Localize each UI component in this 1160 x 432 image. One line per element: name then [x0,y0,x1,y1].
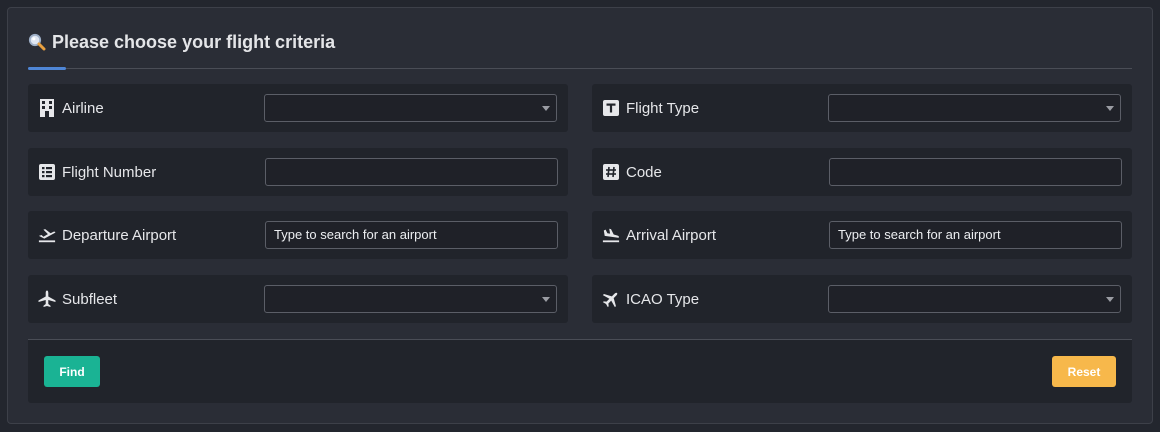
icao-type-row: ICAO Type [592,275,1132,323]
reset-button[interactable]: Reset [1052,356,1116,387]
find-button[interactable]: Find [44,356,100,387]
chevron-down-icon [542,106,550,111]
building-icon [38,99,56,117]
card-header: Please choose your flight criteria [28,28,1132,70]
flight-number-label-text: Flight Number [62,163,157,181]
flight-criteria-card: Please choose your flight criteria Airli… [7,7,1153,424]
airline-label-text: Airline [62,99,104,117]
arrival-airport-row: Arrival Airport Type to search for an ai… [592,211,1132,259]
flight-type-row: Flight Type [592,84,1132,132]
flight-number-label: Flight Number [38,148,156,196]
chevron-down-icon [542,297,550,302]
flight-number-input[interactable] [265,158,558,186]
airline-select[interactable] [264,94,557,122]
magnifier-icon [28,33,46,51]
arrival-airport-label-text: Arrival Airport [626,226,717,244]
departure-airport-label-text: Departure Airport [62,226,177,244]
arrival-airport-label: Arrival Airport [602,211,716,259]
departure-airport-input[interactable]: Type to search for an airport [265,221,558,249]
code-label: Code [602,148,662,196]
code-label-text: Code [626,163,662,181]
icao-type-label: ICAO Type [602,275,699,323]
code-input[interactable] [829,158,1122,186]
icao-type-label-text: ICAO Type [626,290,700,308]
flight-type-select[interactable] [828,94,1121,122]
list-icon [38,163,56,181]
arrival-airport-input[interactable]: Type to search for an airport [829,221,1122,249]
chevron-down-icon [1106,297,1114,302]
flight-number-row: Flight Number [28,148,568,196]
plane-icon [38,290,56,308]
departure-airport-row: Departure Airport Type to search for an … [28,211,568,259]
airline-row: Airline [28,84,568,132]
hash-icon [602,163,620,181]
header-accent-bar [28,67,66,70]
subfleet-select[interactable] [264,285,557,313]
t-square-icon [602,99,620,117]
plane-tilted-icon [602,290,620,308]
airline-label: Airline [38,84,104,132]
chevron-down-icon [1106,106,1114,111]
form-footer: Find Reset [28,339,1132,403]
subfleet-row: Subfleet [28,275,568,323]
flight-type-label: Flight Type [602,84,699,132]
subfleet-label: Subfleet [38,275,117,323]
page-title: Please choose your flight criteria [28,30,335,54]
icao-type-select[interactable] [828,285,1121,313]
code-row: Code [592,148,1132,196]
subfleet-label-text: Subfleet [62,290,118,308]
departure-airport-label: Departure Airport [38,211,176,259]
plane-departure-icon [38,226,56,244]
flight-type-label-text: Flight Type [626,99,700,117]
page-title-text: Please choose your flight criteria [52,31,336,52]
plane-arrival-icon [602,226,620,244]
